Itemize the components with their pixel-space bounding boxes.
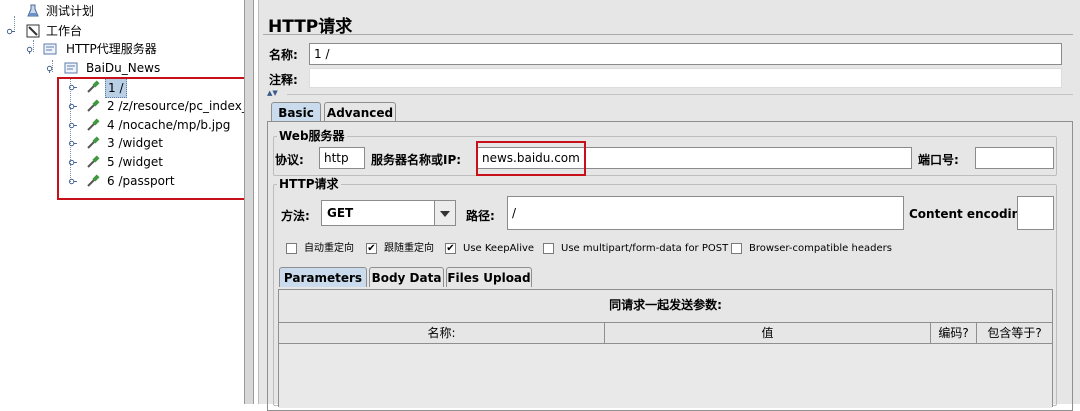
http-request-panel: HTTP请求 名称: 1 / 注释: ▲▼ Basic Advanced Web… <box>258 0 1080 411</box>
tree-node-label: 工作台 <box>46 24 83 38</box>
web-server-legend: Web服务器 <box>277 129 347 143</box>
divider <box>263 34 1073 35</box>
splitter[interactable] <box>244 0 254 404</box>
column-header-encode[interactable]: 编码? <box>931 323 977 343</box>
tree-node-label: HTTP代理服务器 <box>66 42 157 56</box>
checkbox-label: Browser-compatible headers <box>749 243 892 254</box>
tree-node-label: 测试计划 <box>46 4 95 18</box>
protocol-field[interactable]: http <box>319 147 365 169</box>
content-encoding-label: Content encoding: <box>909 207 1034 221</box>
divider <box>287 94 1073 95</box>
column-header-include-equals[interactable]: 包含等于? <box>977 323 1052 343</box>
table-body[interactable] <box>279 344 1052 408</box>
checkbox-label: Use KeepAlive <box>463 243 535 254</box>
name-field[interactable]: 1 / <box>309 43 1062 65</box>
collapse-grip-icon[interactable]: ▲▼ <box>267 89 278 97</box>
path-field[interactable]: / <box>507 196 904 230</box>
flask-icon <box>27 4 39 17</box>
checkbox-label: 跟随重定向 <box>384 243 434 254</box>
table-header: 名称: 值 编码? 包含等于? <box>279 322 1052 344</box>
tree-node-http-proxy[interactable]: HTTP代理服务器 <box>0 40 240 58</box>
http-request-legend: HTTP请求 <box>277 177 341 191</box>
tab-advanced[interactable]: Advanced <box>324 102 396 122</box>
expand-handle-icon[interactable] <box>6 27 15 36</box>
name-label: 名称: <box>269 48 298 62</box>
highlight-box-server <box>476 141 586 176</box>
tree-node-test-plan[interactable]: 测试计划 <box>0 2 240 20</box>
checkbox-label: Use multipart/form-data for POST <box>561 243 729 254</box>
tree-node-workbench[interactable]: 工作台 <box>0 22 240 40</box>
tree-node-label: BaiDu_News <box>86 61 161 75</box>
column-header-name[interactable]: 名称: <box>279 323 605 343</box>
column-header-value[interactable]: 值 <box>605 323 931 343</box>
checkbox-label: 自动重定向 <box>304 243 354 254</box>
parameters-title: 同请求一起发送参数: <box>609 298 722 312</box>
method-label: 方法: <box>281 209 310 223</box>
controller-icon <box>64 62 78 74</box>
path-label: 路径: <box>466 209 495 223</box>
port-label: 端口号: <box>918 153 959 167</box>
tab-files-upload[interactable]: Files Upload <box>446 267 532 287</box>
expand-handle-icon[interactable] <box>26 45 35 54</box>
port-field[interactable] <box>975 147 1054 169</box>
tab-basic[interactable]: Basic <box>271 102 321 122</box>
expand-handle-icon[interactable] <box>46 64 55 73</box>
check-icon[interactable]: ✔ <box>445 243 456 254</box>
workbench-icon <box>26 24 40 38</box>
method-select[interactable]: GET <box>321 200 456 226</box>
check-icon[interactable]: ✔ <box>366 243 377 254</box>
chevron-down-icon[interactable] <box>435 200 456 226</box>
test-plan-tree[interactable]: 测试计划 工作台 HTTP代理服务器 BaiDu_News 1 / 2 /z/r… <box>0 0 244 404</box>
highlight-box-samplers <box>57 77 244 200</box>
protocol-label: 协议: <box>275 153 304 167</box>
server-name-label: 服务器名称或IP: <box>371 153 462 167</box>
tab-body-data[interactable]: Body Data <box>369 267 444 287</box>
proxy-icon <box>43 43 57 55</box>
parameters-table: 同请求一起发送参数: 名称: 值 编码? 包含等于? <box>278 289 1053 408</box>
content-encoding-field[interactable] <box>1017 196 1054 230</box>
tree-node-controller[interactable]: BaiDu_News <box>0 59 240 77</box>
comment-label: 注释: <box>269 73 298 87</box>
method-value: GET <box>321 200 435 226</box>
comment-field[interactable] <box>309 68 1062 88</box>
checkbox-box[interactable] <box>286 243 297 254</box>
checkbox-box[interactable] <box>543 243 554 254</box>
tab-parameters[interactable]: Parameters <box>279 267 367 287</box>
checkbox-box[interactable] <box>731 243 742 254</box>
